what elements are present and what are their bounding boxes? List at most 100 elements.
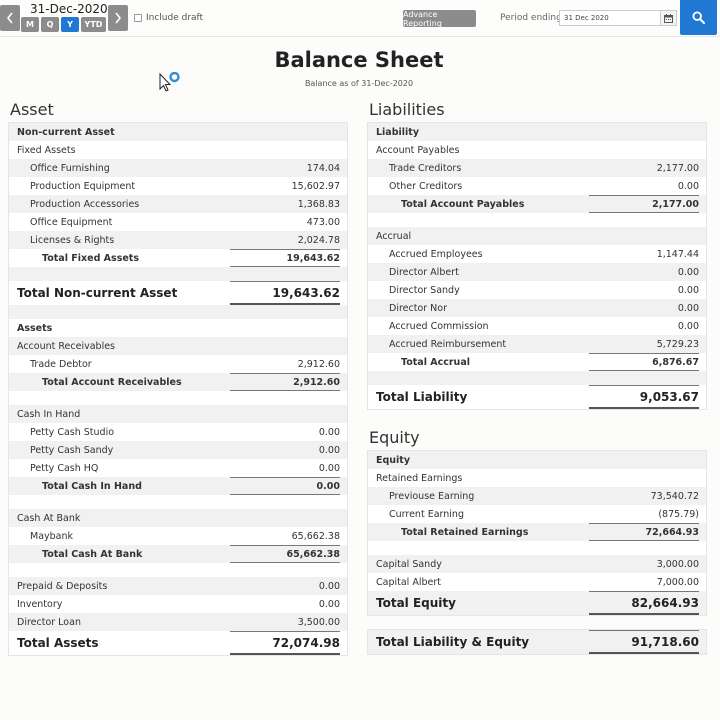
account-row[interactable]: Other Creditors 0.00 xyxy=(368,177,706,195)
account-row[interactable]: Director Albert 0.00 xyxy=(368,263,706,281)
account-row[interactable]: Licenses & Rights 2,024.78 xyxy=(9,231,347,249)
row-amount: 0.00 xyxy=(677,320,699,332)
account-row: Cash At Bank xyxy=(9,509,347,527)
account-row[interactable]: Office Furnishing 174.04 xyxy=(9,159,347,177)
row-amount: 72,664.93 xyxy=(589,523,699,541)
account-row[interactable]: Director Loan 3,500.00 xyxy=(9,613,347,631)
row-label: Non-current Asset xyxy=(17,126,115,138)
account-row[interactable]: Office Equipment 473.00 xyxy=(9,213,347,231)
account-row[interactable]: Production Accessories 1,368.83 xyxy=(9,195,347,213)
row-label: Cash At Bank xyxy=(17,512,81,524)
toolbar: 31-Dec-2020 M Q Y YTD Include draft Adva… xyxy=(0,0,720,37)
account-row[interactable]: Trade Debtor 2,912.60 xyxy=(9,355,347,373)
asset-section: Asset Non-current Asset Fixed Assets Offic… xyxy=(8,99,348,656)
row-label: Director Loan xyxy=(17,616,81,628)
row-amount: 2,912.60 xyxy=(297,358,340,370)
account-row[interactable]: Inventory 0.00 xyxy=(9,595,347,613)
row-amount: (875.79) xyxy=(658,508,699,520)
row-amount: 72,074.98 xyxy=(230,631,340,655)
row-label: Previouse Earning xyxy=(389,490,475,502)
row-label: Prepaid & Deposits xyxy=(17,580,108,592)
spacer-row xyxy=(368,371,706,385)
account-row[interactable]: Petty Cash Studio 0.00 xyxy=(9,423,347,441)
current-date-title: 31-Dec-2020 xyxy=(30,2,108,16)
row-amount: 0.00 xyxy=(318,598,340,610)
advance-reporting-button[interactable]: Advance Reporting xyxy=(403,10,476,28)
grand-total-row: Total Liability & Equity 91,718.60 xyxy=(368,630,706,654)
row-amount: 0.00 xyxy=(318,444,340,456)
account-row[interactable]: Production Equipment 15,602.97 xyxy=(9,177,347,195)
row-label: Retained Earnings xyxy=(376,472,463,484)
row-amount: 73,540.72 xyxy=(650,490,699,502)
account-row: Liability xyxy=(368,123,706,141)
spacer-row xyxy=(368,541,706,555)
row-amount: 0.00 xyxy=(677,266,699,278)
account-row[interactable]: Maybank 65,662.38 xyxy=(9,527,347,545)
row-label: Total Account Payables xyxy=(401,198,525,210)
calendar-icon xyxy=(664,13,673,23)
spacer-row xyxy=(9,391,347,405)
row-label: Total Non-current Asset xyxy=(17,286,178,300)
subtotal-row: Total Cash In Hand 0.00 xyxy=(9,477,347,495)
account-row: Retained Earnings xyxy=(368,469,706,487)
account-row[interactable]: Previouse Earning 73,540.72 xyxy=(368,487,706,505)
row-label: Capital Sandy xyxy=(376,558,442,570)
period-month-button[interactable]: M xyxy=(21,17,39,32)
row-label: Trade Debtor xyxy=(30,358,92,370)
row-amount: 82,664.93 xyxy=(589,591,699,615)
period-ending-input[interactable]: 31 Dec 2020 xyxy=(559,10,661,26)
account-row[interactable]: Petty Cash HQ 0.00 xyxy=(9,459,347,477)
row-label: Total Retained Earnings xyxy=(401,526,529,538)
period-quarter-button[interactable]: Q xyxy=(41,17,59,32)
row-label: Director Nor xyxy=(389,302,448,314)
period-ytd-button[interactable]: YTD xyxy=(81,17,106,32)
search-button[interactable] xyxy=(680,0,717,35)
account-row[interactable]: Current Earning (875.79) xyxy=(368,505,706,523)
account-row[interactable]: Accrued Reimbursement 5,729.23 xyxy=(368,335,706,353)
include-draft-toggle[interactable]: Include draft xyxy=(134,13,203,23)
account-row: Non-current Asset xyxy=(9,123,347,141)
account-row[interactable]: Prepaid & Deposits 0.00 xyxy=(9,577,347,595)
row-label: Assets xyxy=(17,322,53,334)
liabilities-heading: Liabilities xyxy=(369,100,445,119)
row-amount: 2,177.00 xyxy=(656,162,699,174)
account-row[interactable]: Director Nor 0.00 xyxy=(368,299,706,317)
account-row[interactable]: Petty Cash Sandy 0.00 xyxy=(9,441,347,459)
row-label: Capital Albert xyxy=(376,576,441,588)
account-row[interactable]: Accrued Commission 0.00 xyxy=(368,317,706,335)
account-row[interactable]: Accrued Employees 1,147.44 xyxy=(368,245,706,263)
period-ending-label: Period ending: xyxy=(500,13,565,23)
account-row: Account Receivables xyxy=(9,337,347,355)
subtotal-row: Total Cash At Bank 65,662.38 xyxy=(9,545,347,563)
row-label: Office Furnishing xyxy=(30,162,110,174)
row-label: Total Equity xyxy=(376,596,456,610)
previous-period-button[interactable] xyxy=(0,5,20,31)
row-label: Account Payables xyxy=(376,144,460,156)
next-period-button[interactable] xyxy=(108,5,128,31)
row-label: Total Fixed Assets xyxy=(42,252,139,264)
calendar-button[interactable] xyxy=(661,10,677,26)
period-selector: M Q Y YTD xyxy=(21,17,106,32)
row-label: Equity xyxy=(376,454,411,466)
row-label: Production Equipment xyxy=(30,180,136,192)
account-row[interactable]: Director Sandy 0.00 xyxy=(368,281,706,299)
row-label: Total Liability xyxy=(376,390,468,404)
row-label: Director Sandy xyxy=(389,284,460,296)
include-draft-checkbox[interactable] xyxy=(134,14,142,22)
row-label: Maybank xyxy=(30,530,74,542)
row-label: Cash In Hand xyxy=(17,408,81,420)
grand-total-label: Total Liability & Equity xyxy=(376,635,530,649)
row-amount: 0.00 xyxy=(318,580,340,592)
account-row[interactable]: Capital Albert 7,000.00 xyxy=(368,573,706,591)
grand-total-amount: 91,718.60 xyxy=(589,630,699,654)
account-row[interactable]: Capital Sandy 3,000.00 xyxy=(368,555,706,573)
mouse-cursor-icon xyxy=(159,72,180,92)
row-amount: 2,177.00 xyxy=(589,195,699,213)
account-row: Cash In Hand xyxy=(9,405,347,423)
subtotal-row: Total Retained Earnings 72,664.93 xyxy=(368,523,706,541)
row-label: Total Account Receivables xyxy=(42,376,182,388)
account-row: Equity xyxy=(368,451,706,469)
period-year-button[interactable]: Y xyxy=(61,17,79,32)
row-amount: 0.00 xyxy=(677,180,699,192)
account-row[interactable]: Trade Creditors 2,177.00 xyxy=(368,159,706,177)
